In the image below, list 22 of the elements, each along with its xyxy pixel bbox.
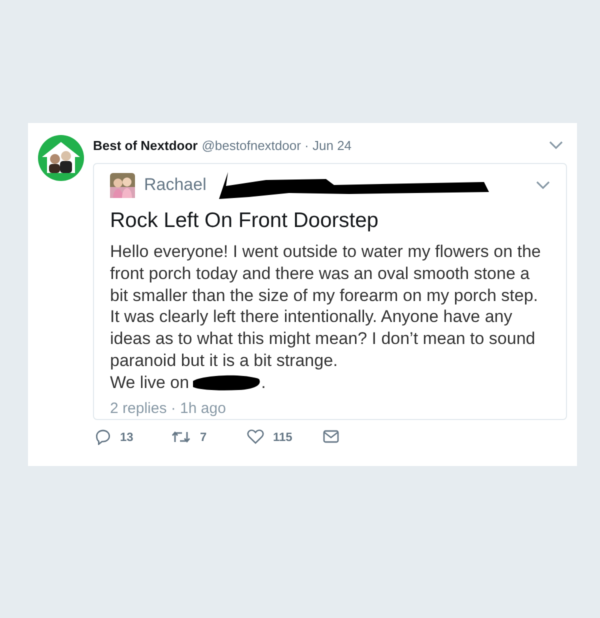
post-meta: 2 replies · 1h ago	[110, 400, 227, 417]
tweet-date[interactable]: Jun 24	[312, 138, 352, 152]
avatar-icon[interactable]	[38, 135, 84, 181]
separator-dot: ·	[304, 138, 310, 152]
dropdown-caret-icon[interactable]	[549, 140, 563, 150]
post-text-end: .	[261, 372, 266, 394]
action-count: 13	[120, 430, 134, 444]
retweet-icon[interactable]	[171, 430, 191, 444]
quoted-card[interactable]	[93, 163, 567, 420]
action-count: 7	[200, 430, 207, 444]
account-name[interactable]: Best of Nextdoor	[93, 138, 198, 152]
post-title: Rock Left On Front Doorstep	[110, 208, 380, 234]
redaction-mark	[191, 372, 262, 393]
post-text: Hello everyone! I went outside to water my flowers on the front porch today and there was an oval smooth stone a bit smaller than the size of my forearm on my porch step. It was clearly left there intentionally. Anyone have any ideas as to what this might mean? I don’t mean to sound paranoid but it is a bit strange.	[110, 241, 542, 372]
envelope-icon[interactable]	[323, 430, 339, 444]
heart-icon[interactable]	[247, 429, 264, 444]
author-name[interactable]: Rachael	[144, 175, 206, 195]
collapse-caret-icon[interactable]	[536, 180, 550, 190]
reply-icon[interactable]	[95, 428, 111, 445]
action-count: 115	[273, 430, 292, 444]
post-text-tail: We live on	[110, 372, 190, 394]
account-handle[interactable]: @bestofnextdoor	[202, 138, 301, 152]
